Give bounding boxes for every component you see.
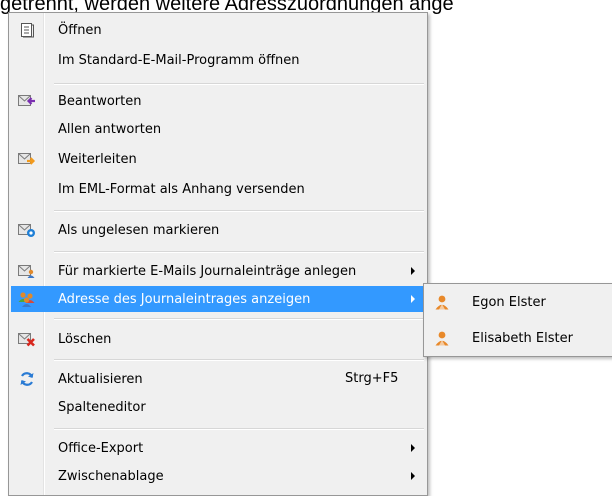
menu-item-create-journal-entries[interactable]: Für markierte E-Mails Journaleinträge an… (11, 258, 425, 284)
menu-item-label: Beantworten (58, 93, 142, 109)
menu-item-label: Im Standard-E-Mail-Programm öffnen (58, 52, 300, 68)
menu-item-open[interactable]: Öffnen (11, 17, 425, 43)
submenu-item-label: Elisabeth Elster (472, 330, 573, 346)
menu-item-label: Öffnen (58, 22, 102, 38)
menu-item-forward[interactable]: Weiterleiten (11, 146, 425, 172)
menu-item-label: Im EML-Format als Anhang versenden (58, 181, 305, 197)
menu-separator (54, 251, 424, 253)
menu-item-label: Allen antworten (58, 121, 162, 137)
menu-item-label: Spalteneditor (58, 399, 146, 415)
journal-add-icon (11, 258, 43, 284)
menu-item-shortcut: Strg+F5 (345, 371, 399, 386)
refresh-icon (11, 366, 43, 392)
reply-icon (11, 88, 43, 114)
submenu-item-elisabeth-elster[interactable]: Elisabeth Elster (426, 321, 610, 355)
submenu-arrow-icon (411, 295, 415, 303)
open-icon (11, 17, 43, 43)
menu-item-reply[interactable]: Beantworten (11, 88, 425, 114)
contacts-icon (11, 286, 43, 312)
address-submenu: Egon Elster Elisabeth Elster (423, 283, 612, 357)
submenu-arrow-icon (411, 444, 415, 452)
menu-item-column-editor[interactable]: Spalteneditor (11, 394, 425, 420)
menu-separator (54, 83, 424, 85)
submenu-arrow-icon (411, 267, 415, 275)
menu-item-label: Adresse des Journaleintrages anzeigen (58, 291, 311, 307)
menu-item-label: Für markierte E-Mails Journaleinträge an… (58, 263, 357, 279)
menu-item-open-in-default-mail[interactable]: Im Standard-E-Mail-Programm öffnen (11, 47, 425, 73)
delete-icon (11, 326, 43, 352)
menu-item-label: Als ungelesen markieren (58, 222, 220, 238)
forward-icon (11, 146, 43, 172)
submenu-item-egon-elster[interactable]: Egon Elster (426, 285, 610, 319)
menu-item-label: Zwischenablage (58, 468, 164, 484)
menu-item-reply-all[interactable]: Allen antworten (11, 116, 425, 142)
menu-item-delete[interactable]: Löschen (11, 326, 425, 352)
menu-item-office-export[interactable]: Office-Export (11, 435, 425, 461)
menu-item-show-journal-address[interactable]: Adresse des Journaleintrages anzeigen (11, 286, 425, 312)
menu-separator (54, 428, 424, 430)
menu-gutter-divider (43, 13, 45, 495)
context-menu: Öffnen Im Standard-E-Mail-Programm öffne… (8, 12, 428, 496)
menu-separator (54, 210, 424, 212)
submenu-item-label: Egon Elster (472, 294, 546, 310)
menu-separator (54, 359, 424, 361)
menu-separator (54, 318, 424, 320)
menu-item-label: Office-Export (58, 440, 144, 456)
menu-item-label: Löschen (58, 331, 112, 347)
menu-item-label: Weiterleiten (58, 151, 137, 167)
submenu-arrow-icon (411, 472, 415, 480)
person-icon (426, 285, 458, 319)
menu-icon-gutter (9, 13, 43, 495)
menu-item-refresh[interactable]: Aktualisieren Strg+F5 (11, 366, 425, 392)
menu-item-clipboard[interactable]: Zwischenablage (11, 463, 425, 489)
person-icon (426, 321, 458, 355)
menu-item-send-as-eml-attachment[interactable]: Im EML-Format als Anhang versenden (11, 176, 425, 202)
menu-item-mark-unread[interactable]: Als ungelesen markieren (11, 217, 425, 243)
mark-unread-icon (11, 217, 43, 243)
